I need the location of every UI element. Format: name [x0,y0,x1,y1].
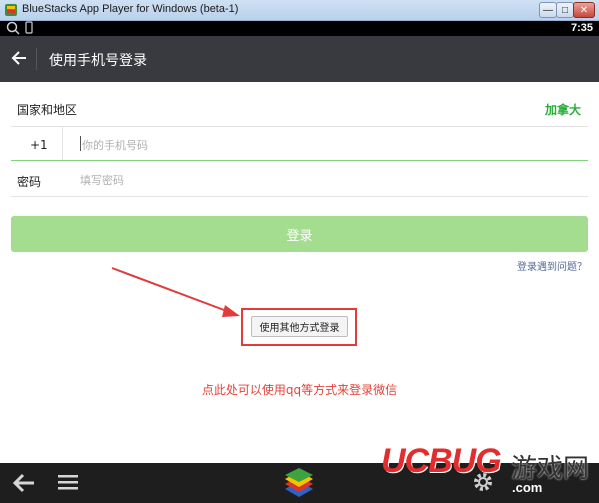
close-button[interactable]: ✕ [573,2,595,18]
back-arrow-icon[interactable] [10,48,30,68]
bluestacks-logo-icon[interactable] [281,467,317,501]
page-title: 使用手机号登录 [49,53,147,69]
window-titlebar: BlueStacks App Player for Windows (beta-… [0,0,599,21]
phone-input[interactable] [82,136,582,154]
country-divider [11,126,588,127]
annotation-hint: 点此处可以使用qq等方式来登录微信 [201,383,398,397]
android-status-bar: 7:35 [0,21,599,36]
app-bar: 使用手机号登录 [0,36,599,82]
watermark-suffix: .com [512,480,543,495]
site-watermark: UCBUG 游戏网 .com [381,442,596,500]
login-trouble-link[interactable]: 登录遇到问题？ [517,258,587,273]
minimize-button[interactable]: — [539,2,557,18]
code-divider [62,127,63,160]
appbar-divider [36,48,37,70]
status-time: 7:35 [570,22,593,34]
bluestacks-app-icon [5,4,17,16]
country-code[interactable]: +1 [30,138,48,152]
password-input[interactable] [80,171,580,189]
maximize-button[interactable]: □ [556,2,574,18]
country-label: 国家和地区 [17,103,78,117]
nav-back-icon[interactable] [12,472,36,494]
watermark-brand: UCBUG [381,442,502,480]
password-divider [11,196,588,197]
menu-icon[interactable] [58,473,78,491]
search-icon [6,21,20,35]
window-title: BlueStacks App Player for Windows (beta-… [22,3,239,15]
phone-underline [11,160,588,161]
login-button[interactable]: 登录 [11,216,588,252]
password-label: 密码 [17,175,42,189]
phone-icon [25,21,33,34]
other-login-button[interactable]: 使用其他方式登录 [251,316,348,337]
country-value[interactable]: 加拿大 [545,101,581,118]
text-caret [80,136,81,151]
